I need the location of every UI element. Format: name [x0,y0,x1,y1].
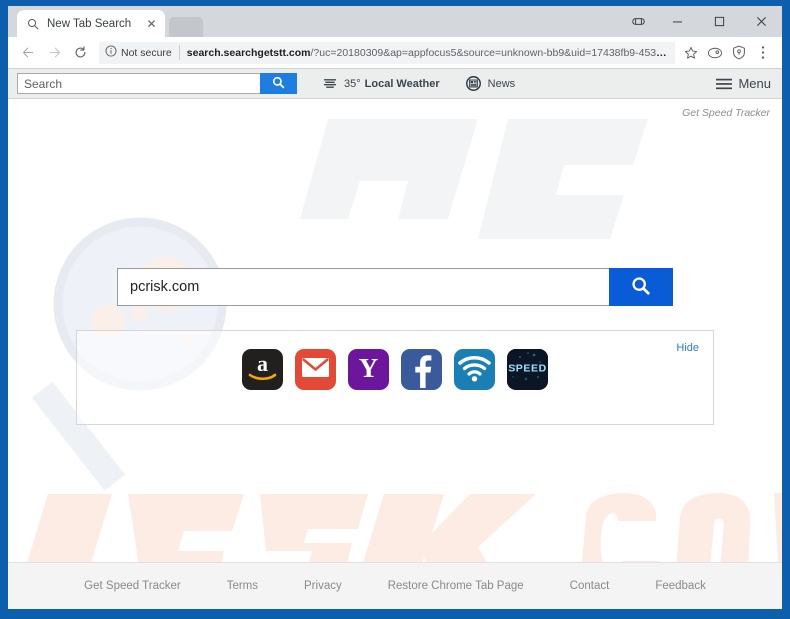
magnifier-icon [631,276,651,299]
avatar-icon[interactable] [703,41,727,65]
svg-text:SPEED: SPEED [508,362,547,374]
hero-search-box [117,268,673,306]
yahoo-icon: Y [348,349,389,390]
page-content: Get Speed Tracker pcrisk.com Hide a Y SP… [8,99,782,609]
speed-icon: SPEED [507,349,548,390]
newspaper-icon [465,76,481,91]
hamburger-icon [716,78,733,90]
security-status-chip[interactable]: Not secure [105,44,180,62]
maximize-button[interactable] [698,6,740,37]
close-button[interactable] [740,6,782,37]
footer-link-privacy[interactable]: Privacy [304,580,342,592]
info-circle-icon [105,44,117,62]
weather-label: Local Weather [364,77,440,90]
shortcut-yahoo[interactable]: Y [348,349,389,390]
url-text: search.searchgetstt.com/?uc=20180309&ap=… [187,47,669,59]
gmail-envelope-icon [295,349,336,390]
shortcut-speedtest[interactable] [454,349,495,390]
wifi-icon [454,349,495,390]
star-icon[interactable] [679,41,703,65]
three-dot-menu-icon[interactable] [751,41,775,65]
browser-tab-new-tab-search[interactable]: New Tab Search ✕ [17,10,165,37]
svg-text:Y: Y [359,353,379,383]
extension-toolbar: 35° Local Weather News [8,69,782,99]
shield-icon[interactable] [727,41,751,65]
forward-button[interactable] [41,40,67,66]
shortcut-amazon[interactable]: a [242,349,283,390]
toolbar-search-group [17,73,297,94]
page-footer: Get Speed Tracker Terms Privacy Restore … [8,562,782,609]
toolbar-news-link[interactable]: News [465,76,516,91]
shortcuts-panel: Hide a Y SPEED [76,330,714,425]
main-search-input[interactable] [117,268,609,306]
shortcut-speed[interactable]: SPEED [507,349,548,390]
close-icon[interactable]: ✕ [144,16,159,31]
address-bar-row: Not secure search.searchgetstt.com/?uc=2… [8,37,782,69]
magnifier-icon [272,76,285,92]
facebook-icon [401,349,442,390]
new-tab-button[interactable] [169,17,203,37]
footer-link-terms[interactable]: Terms [227,580,258,592]
reload-button[interactable] [67,40,93,66]
browser-window: New Tab Search ✕ Not secure search.searc… [8,6,782,609]
toolbar-weather-link[interactable]: 35° Local Weather [323,78,440,90]
footer-link-contact[interactable]: Contact [570,580,610,592]
window-controls [620,6,782,37]
weather-temp: 35° [344,77,361,90]
shortcut-icon-row: a Y SPEED [77,349,713,390]
minimize-button[interactable] [656,6,698,37]
omnibox[interactable]: Not secure search.searchgetstt.com/?uc=2… [99,41,675,64]
url-query: /?uc=20180309&ap=appfocus5&source=unknow… [310,46,669,59]
main-search-button[interactable] [609,268,673,306]
security-label: Not secure [121,46,172,59]
toolbar-search-button[interactable] [260,73,297,94]
back-button[interactable] [15,40,41,66]
footer-link-get-speed-tracker[interactable]: Get Speed Tracker [84,580,181,592]
toolbar-menu-label: Menu [738,76,771,91]
window-frame: New Tab Search ✕ Not secure search.searc… [0,0,790,619]
url-host: search.searchgetstt.com [186,46,311,59]
tab-title: New Tab Search [47,17,132,30]
page-top-right-bar: Get Speed Tracker [8,99,782,127]
footer-link-feedback[interactable]: Feedback [655,580,706,592]
toolbar-search-input[interactable] [17,73,260,94]
svg-text:a: a [257,351,268,376]
tab-strip: New Tab Search ✕ [8,6,782,37]
weather-bars-icon [323,78,337,89]
toolbar-menu-button[interactable]: Menu [716,76,771,91]
get-speed-tracker-top-link[interactable]: Get Speed Tracker [682,107,770,119]
hero-search-area [8,268,782,306]
shortcut-gmail[interactable] [295,349,336,390]
amazon-icon: a [242,349,283,390]
user-profile-icon[interactable] [620,6,656,37]
footer-link-restore-chrome-tab-page[interactable]: Restore Chrome Tab Page [388,580,524,592]
news-label: News [487,77,516,90]
shortcut-facebook[interactable] [401,349,442,390]
search-icon [26,17,40,31]
